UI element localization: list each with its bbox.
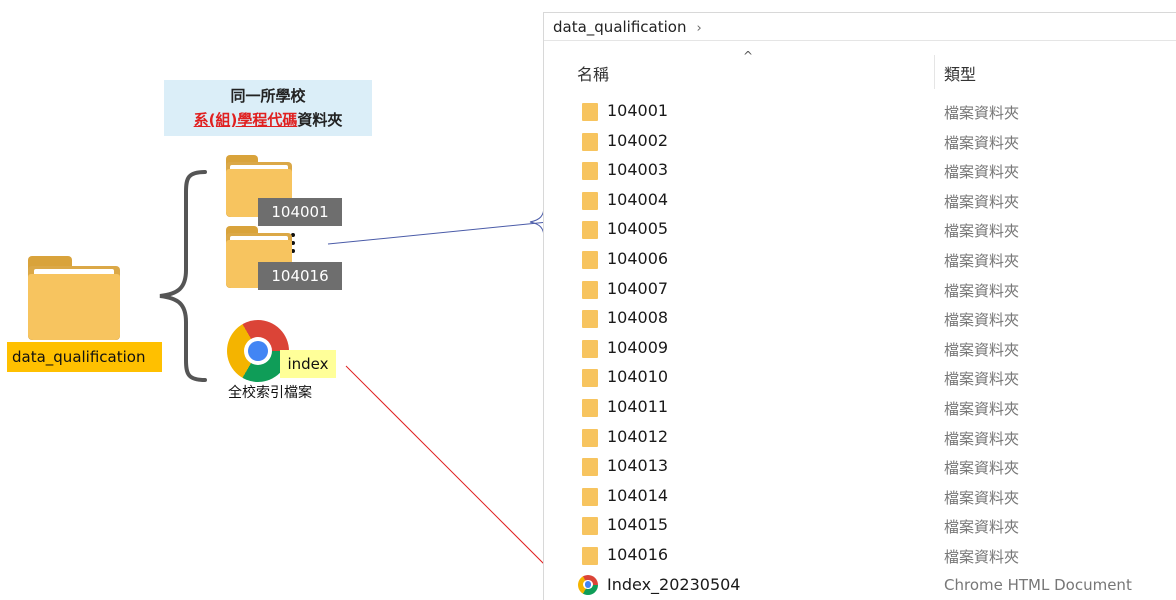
item-type: Chrome HTML Document [944,575,1132,594]
folder-icon [582,309,600,329]
item-type: 檔案資料夾 [944,548,1020,566]
folder-icon [582,280,600,299]
folder-icon [582,102,600,121]
item-type: 檔案資料夾 [944,222,1020,241]
list-item[interactable]: 104005 檔案資料夾 [544,215,1176,244]
column-header-name[interactable]: 名稱 [577,61,609,85]
folder-icon [582,339,600,358]
item-name: 104015 [607,515,669,535]
folder-icon [582,516,600,536]
note-suffix: 資料夾 [297,111,343,129]
list-item[interactable]: 104008 檔案資料夾 [544,304,1176,333]
list-item[interactable]: 104014 檔案資料夾 [544,482,1176,511]
subfolder-last-label: 104016 [258,262,342,290]
folder-connector-line [327,221,549,245]
file-explorer: data_qualification › ^ 名稱 類型 104001 檔案資料夾 1… [543,12,1176,600]
item-name: 104003 [607,160,669,180]
list-item[interactable]: 104001 檔案資料夾 [544,97,1176,126]
list-item-index-file[interactable]: Index_20230504 Chrome HTML Document [544,571,1176,600]
item-name: 104013 [607,456,669,476]
item-type: 檔案資料夾 [944,429,1020,448]
folder-icon [582,398,600,417]
folder-icon [582,191,600,210]
item-name: 104016 [607,545,669,564]
list-item[interactable]: 104015 檔案資料夾 [544,511,1176,540]
folder-icon [582,220,600,240]
breadcrumb-folder[interactable]: data_qualification [553,18,686,36]
item-type: 檔案資料夾 [944,252,1020,270]
item-type: 檔案資料夾 [944,340,1020,359]
item-name: 104002 [607,130,669,150]
item-name: 104012 [607,426,669,446]
folder-icon [582,132,600,151]
column-header-row: ^ 名稱 類型 [544,49,1176,89]
folder-icon [582,546,600,565]
root-folder-label: data_qualification [7,342,162,372]
chrome-icon [578,574,598,595]
item-name: 104007 [607,278,669,298]
group-brace [159,170,207,382]
subfolder-first-label: 104001 [258,198,342,226]
folder-icon [582,250,600,269]
breadcrumb[interactable]: data_qualification › [544,13,1176,41]
item-type: 檔案資料夾 [944,518,1020,537]
list-item[interactable]: 104009 檔案資料夾 [544,334,1176,363]
item-name: 104001 [607,101,669,120]
item-type: 檔案資料夾 [944,459,1020,478]
item-type: 檔案資料夾 [944,370,1020,389]
item-type: 檔案資料夾 [944,163,1020,182]
list-item[interactable]: 104003 檔案資料夾 [544,156,1176,185]
item-name: 104010 [607,367,669,387]
list-item[interactable]: 104011 檔案資料夾 [544,393,1176,422]
list-item[interactable]: 104004 檔案資料夾 [544,186,1176,215]
item-name: 104011 [607,397,669,416]
item-name: 104009 [607,337,669,357]
list-item[interactable]: 104012 檔案資料夾 [544,423,1176,452]
item-type: 檔案資料夾 [944,104,1020,122]
dept-code-highlight: 系(組)學程代碼 [193,111,298,129]
item-name: 104006 [607,249,669,268]
note-line-1: 同一所學校 [230,87,306,105]
item-name: 104014 [607,485,669,505]
root-folder-icon [28,256,120,340]
list-item[interactable]: 104010 檔案資料夾 [544,363,1176,392]
index-label: index [280,350,336,378]
column-header-type[interactable]: 類型 [944,61,976,85]
item-name: 104008 [607,308,669,328]
folder-icon [582,161,600,181]
item-name: 104004 [607,189,669,209]
item-name: Index_20230504 [607,574,741,594]
sort-caret-icon: ^ [743,49,754,63]
item-type: 檔案資料夾 [944,192,1020,211]
note-line-2: 系(組)學程代碼資料夾 [164,108,372,132]
school-folder-note: 同一所學校 系(組)學程代碼資料夾 [164,80,372,136]
folder-icon [582,487,600,506]
list-item[interactable]: 104006 檔案資料夾 [544,245,1176,274]
item-type: 檔案資料夾 [944,311,1020,330]
list-item[interactable]: 104007 檔案資料夾 [544,275,1176,304]
column-divider[interactable] [934,55,935,89]
folder-icon [582,457,600,477]
index-arrow [345,365,570,590]
folder-icon [582,368,600,388]
item-name: 104005 [607,219,669,239]
chevron-right-icon[interactable]: › [696,21,701,36]
item-type: 檔案資料夾 [944,400,1020,418]
item-type: 檔案資料夾 [944,488,1020,507]
folder-icon [582,428,600,447]
list-item[interactable]: 104013 檔案資料夾 [544,452,1176,481]
item-type: 檔案資料夾 [944,133,1020,152]
list-item[interactable]: 104016 檔案資料夾 [544,541,1176,570]
index-caption: 全校索引檔案 [228,385,312,401]
item-type: 檔案資料夾 [944,281,1020,300]
list-item[interactable]: 104002 檔案資料夾 [544,127,1176,156]
